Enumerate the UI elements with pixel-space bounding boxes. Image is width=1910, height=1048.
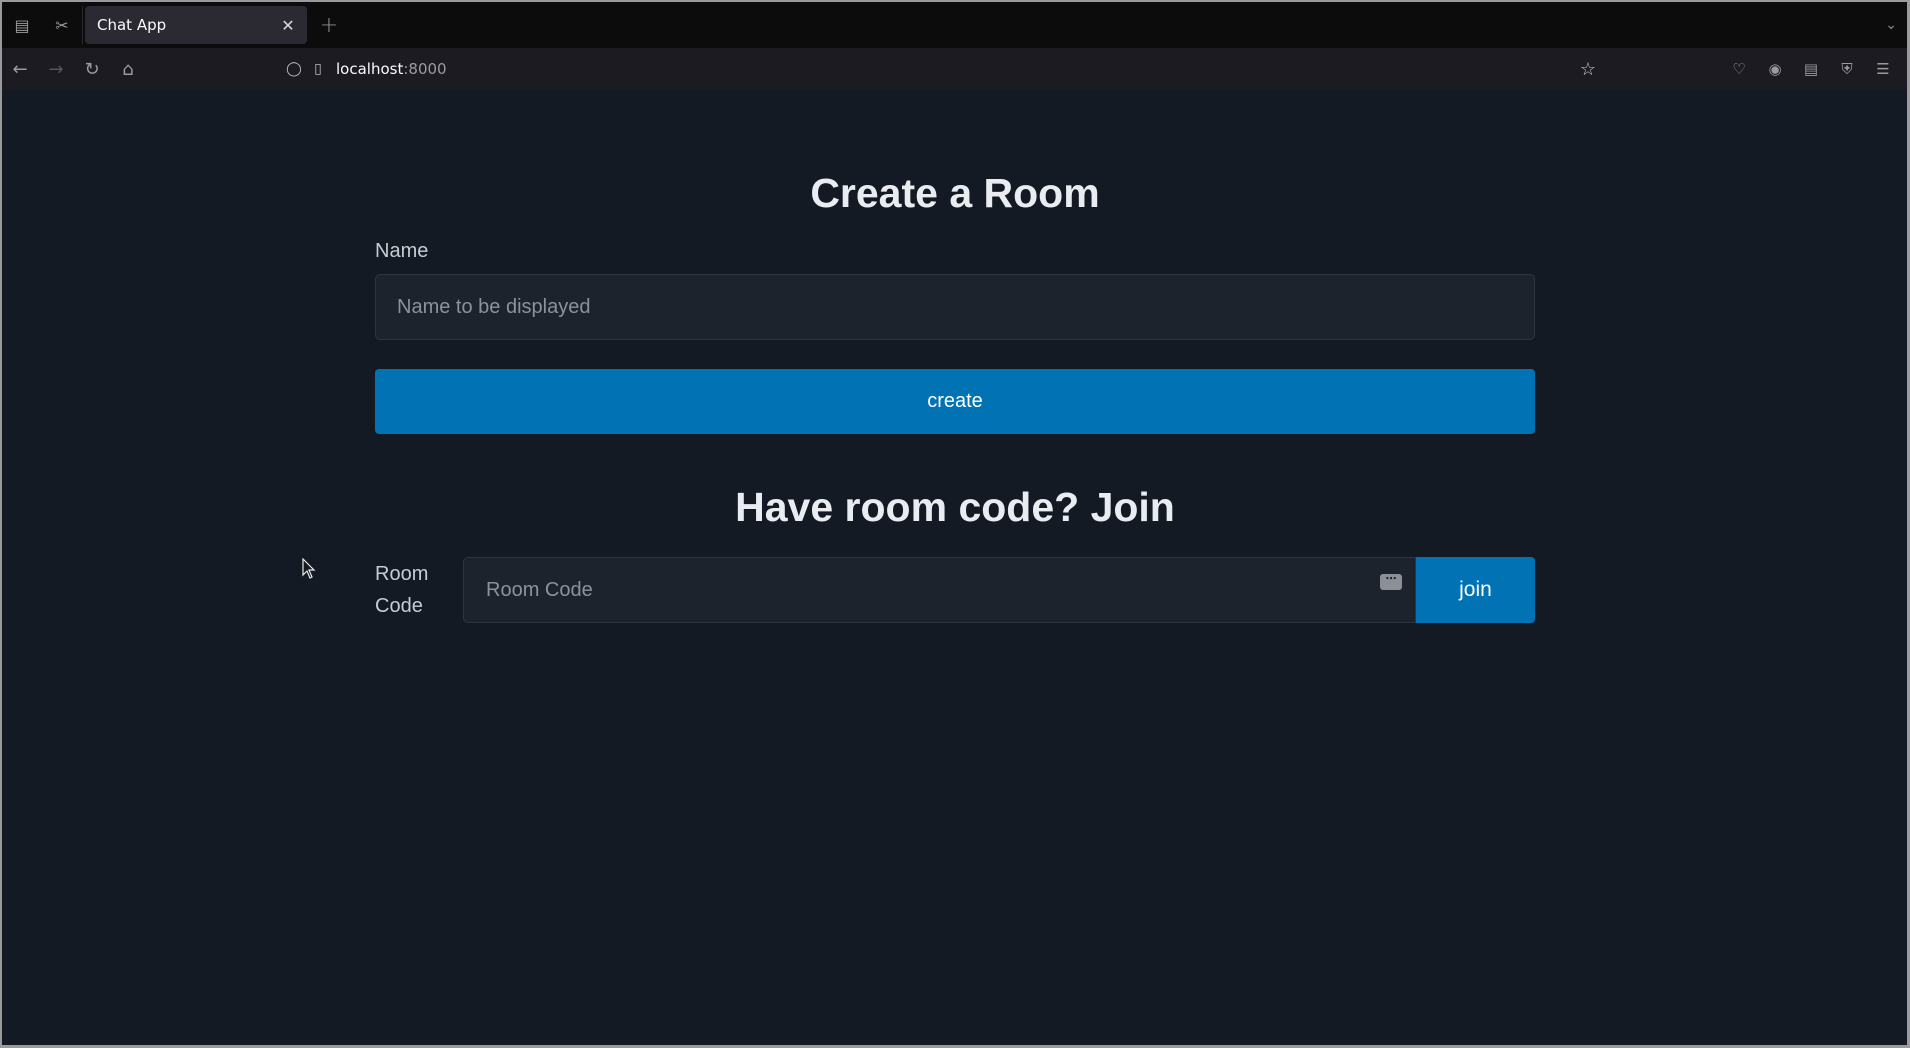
toolbar-right: ♡ ◉ ▤ ⛨ ☰: [1721, 48, 1901, 90]
create-room-title: Create a Room: [810, 170, 1100, 216]
page-info-icon[interactable]: ▯: [306, 61, 330, 77]
url-text[interactable]: localhost:8000: [336, 60, 447, 78]
autofill-key-icon[interactable]: ⋯: [1380, 573, 1402, 590]
ublock-shield-icon[interactable]: ⛨: [1829, 53, 1865, 85]
name-input[interactable]: [375, 274, 1535, 340]
bookmark-star-icon[interactable]: ☆: [1580, 59, 1596, 80]
menu-icon[interactable]: ☰: [1865, 53, 1901, 85]
firefox-view-icon[interactable]: ▤: [2, 2, 42, 48]
account-icon[interactable]: ◉: [1757, 53, 1793, 85]
create-button[interactable]: create: [375, 369, 1535, 434]
active-tab[interactable]: Chat App ✕: [85, 6, 307, 44]
browser-window: ▤ ✂ Chat App ✕ + ⌄ ← → ↻ ⌂ ◯ ▯ localhost…: [2, 2, 1907, 1045]
shield-icon[interactable]: ◯: [282, 61, 306, 77]
name-label: Name: [375, 240, 429, 262]
page-content: Create a Room Name create Have room code…: [2, 90, 1907, 1045]
home-button[interactable]: ⌂: [110, 53, 146, 85]
room-code-label: Room Code: [375, 563, 429, 617]
url-bar[interactable]: ◯ ▯ localhost:8000 ☆: [272, 53, 1604, 85]
mouse-cursor-icon: [302, 558, 316, 579]
room-code-input[interactable]: [463, 557, 1416, 623]
reload-button[interactable]: ↻: [74, 53, 110, 85]
url-port: :8000: [403, 60, 447, 78]
tab-strip: ▤ ✂ Chat App ✕ + ⌄: [2, 2, 1907, 48]
navigation-bar: ← → ↻ ⌂ ◯ ▯ localhost:8000 ☆ ♡ ◉ ▤ ⛨ ☰: [2, 48, 1907, 90]
pocket-icon[interactable]: ♡: [1721, 53, 1757, 85]
extensions-icon[interactable]: ▤: [1793, 53, 1829, 85]
url-host: localhost: [336, 60, 404, 78]
join-room-title: Have room code? Join: [735, 484, 1175, 530]
forward-button[interactable]: →: [38, 53, 74, 85]
new-tab-button[interactable]: +: [307, 2, 351, 48]
close-tab-icon[interactable]: ✕: [279, 16, 297, 35]
tab-separator: [82, 6, 83, 44]
extension-icon[interactable]: ✂: [42, 2, 82, 48]
tab-title: Chat App: [97, 16, 167, 34]
tab-list-chevron-icon[interactable]: ⌄: [1885, 2, 1897, 48]
back-button[interactable]: ←: [2, 53, 38, 85]
join-button[interactable]: join: [1416, 557, 1535, 623]
